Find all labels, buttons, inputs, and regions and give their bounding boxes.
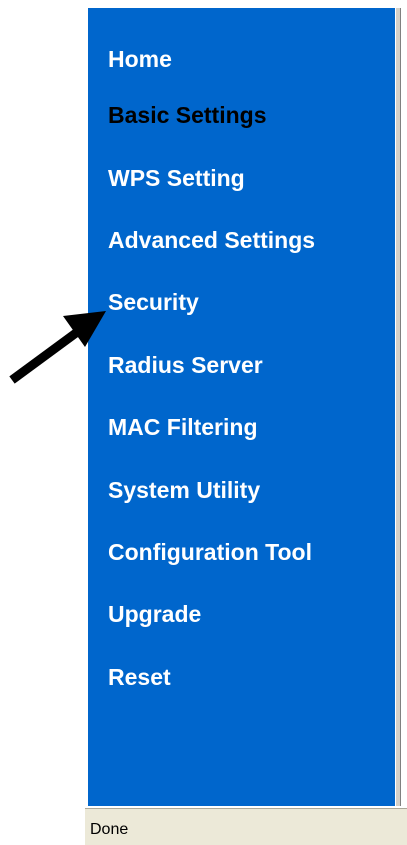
arrow-pointer-icon [9,311,106,384]
browser-frame: Home Basic Settings WPS Setting Advanced… [0,0,407,845]
